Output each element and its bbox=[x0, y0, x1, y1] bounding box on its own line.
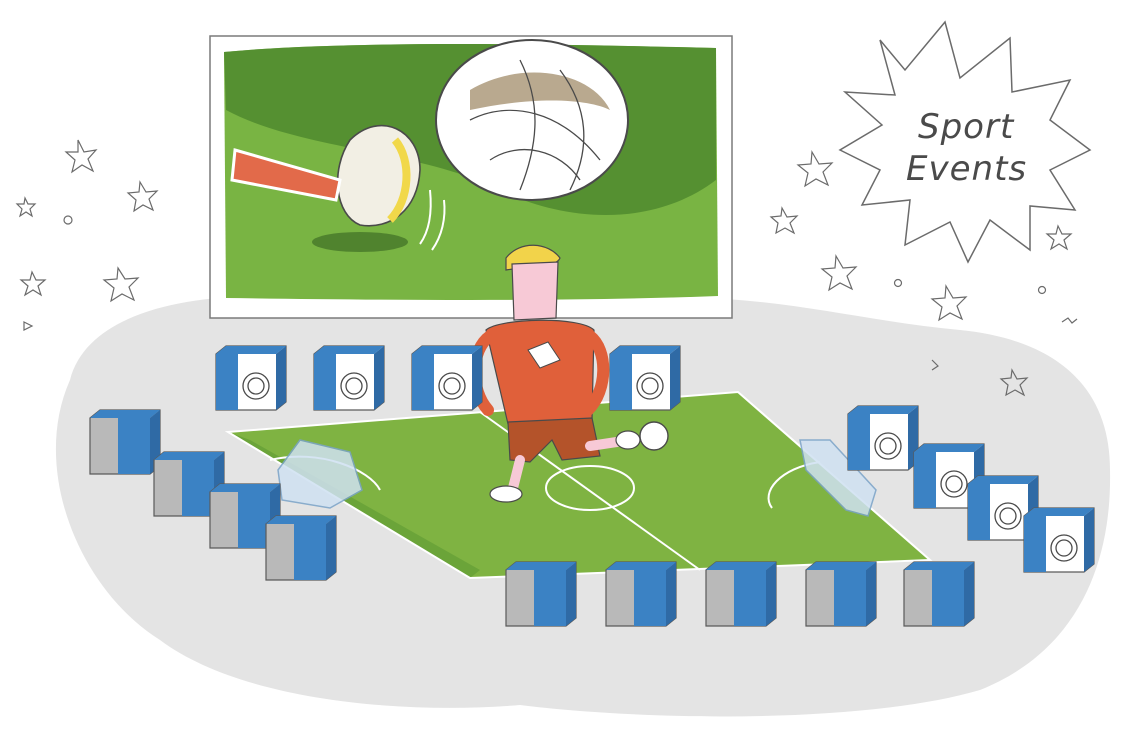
sport-events-illustration: Sport Events bbox=[15, 20, 1111, 717]
player-shoe-right bbox=[615, 430, 641, 450]
circle-doodle bbox=[893, 278, 903, 288]
camera-icon bbox=[89, 409, 161, 475]
star-doodle-icon bbox=[64, 139, 98, 174]
title-line-1: Sport bbox=[918, 107, 1015, 147]
title-line-2: Events bbox=[906, 149, 1027, 189]
triangle-doodle bbox=[23, 321, 34, 331]
soccer-ball bbox=[639, 421, 669, 451]
camera-icon bbox=[903, 561, 975, 627]
player-shoe-left bbox=[489, 485, 523, 503]
camera-icon bbox=[313, 345, 385, 411]
camera-icon bbox=[411, 345, 483, 411]
camera-icon bbox=[705, 561, 777, 627]
scribble-doodle bbox=[1061, 317, 1078, 324]
circle-doodle bbox=[1037, 285, 1047, 295]
star-doodle-icon bbox=[796, 150, 834, 188]
camera-icon bbox=[505, 561, 577, 627]
star-doodle-icon bbox=[102, 266, 140, 303]
ball-outline bbox=[435, 39, 629, 201]
large-screen-icon bbox=[209, 35, 733, 319]
boot-shadow bbox=[312, 232, 408, 252]
star-doodles-left bbox=[15, 139, 159, 331]
camera-icon bbox=[847, 405, 919, 471]
star-doodle-icon bbox=[930, 284, 968, 322]
starburst-badge-icon: Sport Events bbox=[838, 20, 1092, 264]
star-doodle-icon bbox=[1045, 224, 1073, 251]
cameras-bottom-row bbox=[505, 561, 975, 627]
star-doodle-icon bbox=[126, 180, 159, 213]
camera-icon bbox=[609, 345, 681, 411]
camera-icon bbox=[605, 561, 677, 627]
star-doodle-icon bbox=[15, 196, 37, 218]
camera-icon bbox=[805, 561, 877, 627]
camera-icon bbox=[1023, 507, 1095, 573]
player-head bbox=[511, 261, 559, 321]
camera-icon bbox=[265, 515, 337, 581]
circle-doodle bbox=[63, 215, 73, 225]
camera-icon bbox=[215, 345, 287, 411]
star-doodle-icon bbox=[769, 206, 799, 235]
star-doodle-icon bbox=[19, 270, 47, 297]
cameras-top-row bbox=[215, 345, 681, 411]
star-doodle-icon bbox=[820, 254, 858, 292]
